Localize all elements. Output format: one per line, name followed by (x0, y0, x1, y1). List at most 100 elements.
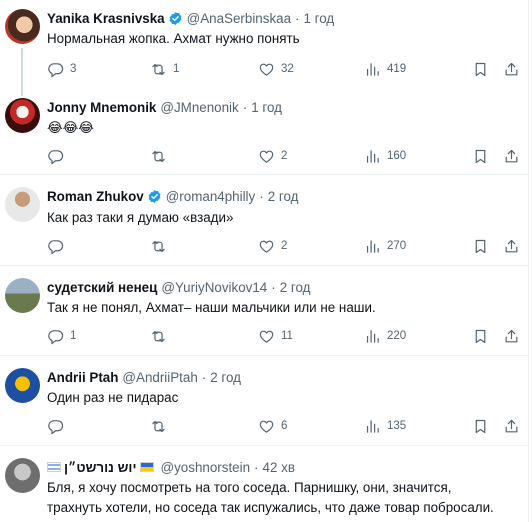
reply-icon (48, 149, 64, 164)
views-button[interactable]: 270 (364, 235, 406, 257)
share-button[interactable] (503, 415, 520, 437)
like-count: 2 (281, 240, 288, 252)
author-handle[interactable]: @JMnenonik (160, 100, 238, 115)
tweet-text: 😂😂😂 (47, 120, 94, 135)
author-handle[interactable]: @roman4philly (166, 189, 256, 204)
like-button[interactable]: 11 (258, 325, 293, 347)
tweet[interactable]: судетский ненец @YuriyNovikov14 · 2 год … (0, 266, 529, 356)
bookmark-icon (475, 62, 486, 76)
author-name[interactable]: судетский ненец (47, 280, 157, 295)
views-icon (366, 62, 379, 76)
avatar[interactable] (5, 278, 40, 313)
like-button[interactable]: 32 (258, 58, 294, 80)
share-button[interactable] (503, 145, 520, 167)
separator-dot: · (254, 459, 259, 475)
author-handle[interactable]: @AnaSerbinskaa (187, 11, 291, 26)
tweet-text: Так я не понял, Ахмат– наши мальчики или… (47, 300, 376, 315)
avatar[interactable] (5, 187, 40, 222)
author-handle[interactable]: @AndriiPtah (122, 370, 197, 385)
tweet[interactable]: Jonny Mnemonik @JMnenonik · 1 год 😂😂😂 2 … (0, 88, 529, 175)
bookmark-button[interactable] (472, 145, 489, 167)
bookmark-button[interactable] (472, 58, 489, 80)
reply-count: 3 (70, 63, 77, 75)
tweet-text: Бля, я хочу посмотреть на того соседа. П… (47, 480, 494, 515)
bookmark-icon (475, 419, 486, 433)
tweet-time[interactable]: 1 год (304, 11, 335, 26)
retweet-count: 1 (173, 63, 180, 75)
tweet[interactable]: Yanika Krasnivska @AnaSerbinskaa · 1 год… (0, 0, 529, 96)
separator-dot: · (201, 369, 207, 385)
heart-icon (259, 240, 274, 253)
reply-button[interactable]: 1 (47, 325, 76, 347)
tweet-header: יוש נורשט״ן @yoshnorstein · 42 хв (47, 457, 295, 477)
tweet-time[interactable]: 2 год (268, 189, 299, 204)
author-handle[interactable]: @yoshnorstein (161, 460, 251, 475)
verified-badge-icon (148, 189, 161, 203)
tweet-header: Andrii Ptah @AndriiPtah · 2 год (47, 367, 241, 387)
like-count: 32 (281, 63, 294, 75)
share-button[interactable] (503, 235, 520, 257)
views-button[interactable]: 220 (364, 325, 406, 347)
reply-button[interactable] (47, 235, 70, 257)
reply-button[interactable]: 3 (47, 58, 76, 80)
share-icon (505, 149, 518, 162)
share-icon (505, 329, 518, 342)
bookmark-button[interactable] (472, 325, 489, 347)
share-button[interactable] (503, 325, 520, 347)
reply-button[interactable] (47, 415, 70, 437)
retweet-button[interactable] (150, 415, 173, 437)
retweet-button[interactable]: 1 (150, 58, 179, 80)
bookmark-icon (475, 149, 486, 163)
tweet[interactable]: יוש נורשט״ן @yoshnorstein · 42 хв Бля, я… (0, 446, 529, 522)
view-count: 270 (387, 240, 407, 252)
view-count: 419 (387, 63, 407, 75)
author-name[interactable]: Andrii Ptah (47, 370, 118, 385)
tweet-time[interactable]: 2 год (280, 280, 311, 295)
author-handle[interactable]: @YuriyNovikov14 (161, 280, 267, 295)
views-button[interactable]: 419 (364, 58, 406, 80)
tweet-header: судетский ненец @YuriyNovikov14 · 2 год (47, 277, 310, 297)
avatar[interactable] (5, 9, 40, 44)
views-icon (366, 329, 379, 343)
like-button[interactable]: 2 (258, 235, 287, 257)
avatar[interactable] (5, 98, 40, 133)
reply-icon (48, 329, 64, 344)
bookmark-icon (475, 329, 486, 343)
author-name[interactable]: Jonny Mnemonik (47, 100, 156, 115)
separator-dot: · (271, 279, 276, 295)
views-button[interactable]: 160 (364, 145, 406, 167)
retweet-icon (152, 63, 165, 75)
retweet-button[interactable] (150, 235, 173, 257)
author-name[interactable]: יוש נורשט״ן (64, 460, 137, 475)
like-button[interactable]: 6 (258, 415, 287, 437)
avatar[interactable] (5, 458, 40, 493)
retweet-button[interactable] (150, 325, 173, 347)
reply-button[interactable] (47, 145, 70, 167)
share-button[interactable] (503, 58, 520, 80)
separator-dot: · (295, 10, 300, 26)
bookmark-button[interactable] (472, 235, 489, 257)
tweet-time[interactable]: 1 год (251, 100, 282, 115)
bookmark-button[interactable] (472, 415, 489, 437)
author-name[interactable]: Yanika Krasnivska (47, 11, 165, 26)
tweet[interactable]: Roman Zhukov @roman4philly · 2 год Как р… (0, 175, 529, 266)
views-button[interactable]: 135 (364, 415, 406, 437)
like-button[interactable]: 2 (258, 145, 287, 167)
share-icon (505, 239, 518, 252)
retweet-icon (152, 330, 165, 342)
reply-count: 1 (70, 330, 77, 342)
tweet-actions: 3 1 32 419 (47, 58, 518, 80)
tweet-time[interactable]: 2 год (210, 370, 241, 385)
view-count: 160 (387, 150, 407, 162)
tweet-actions: 6 135 (47, 415, 518, 437)
avatar[interactable] (5, 368, 40, 403)
tweet[interactable]: Andrii Ptah @AndriiPtah · 2 год Один раз… (0, 356, 529, 446)
author-name[interactable]: Roman Zhukov (47, 189, 144, 204)
retweet-icon (152, 150, 165, 162)
tweet-time[interactable]: 42 хв (263, 460, 295, 475)
tweet-actions: 1 11 220 (47, 325, 518, 347)
tweet-header: Roman Zhukov @roman4philly · 2 год (47, 186, 298, 206)
israel-flag-icon (47, 462, 61, 472)
retweet-button[interactable] (150, 145, 173, 167)
separator-dot: · (242, 99, 248, 115)
